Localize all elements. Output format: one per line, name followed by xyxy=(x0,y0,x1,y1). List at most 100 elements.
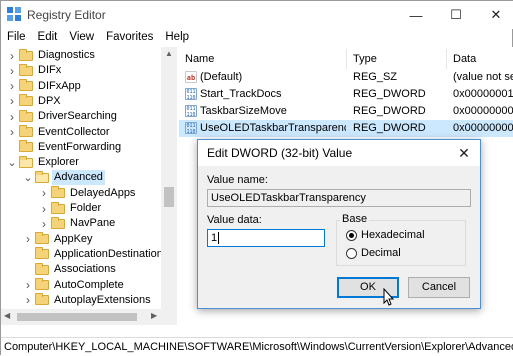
tree-item-label: Folder xyxy=(70,202,102,214)
column-header-name[interactable]: Name xyxy=(179,49,347,69)
minimize-icon: — xyxy=(409,7,423,23)
tree-item-advanced[interactable]: ⌄ Advanced xyxy=(23,170,105,186)
value-row[interactable]: ab(Default) REG_SZ (value not set) xyxy=(179,69,513,86)
tree-item-navpane[interactable]: › NavPane xyxy=(39,216,117,231)
radio-hexadecimal-label: Hexadecimal xyxy=(361,229,425,241)
menu-help[interactable]: Help xyxy=(159,29,195,47)
tree-horizontal-scroll-thumb[interactable] xyxy=(17,313,137,321)
radio-decimal-label: Decimal xyxy=(361,247,401,259)
chevron-right-icon[interactable]: › xyxy=(7,63,17,78)
tree-item-diagnostics[interactable]: › Diagnostics xyxy=(7,48,97,63)
status-bar-path: Computer\HKEY_LOCAL_MACHINE\SOFTWARE\Mic… xyxy=(1,337,513,356)
scroll-up-arrow-icon[interactable]: ▲ xyxy=(165,49,173,58)
maximize-button[interactable]: ☐ xyxy=(436,1,476,29)
value-data-cell: 0x00000000 (0) xyxy=(453,105,513,117)
tree-item-eventforwarding[interactable]: EventForwarding xyxy=(7,140,123,155)
folder-icon xyxy=(51,201,65,214)
radio-hexadecimal[interactable]: Hexadecimal xyxy=(346,229,425,241)
title-bar[interactable]: Registry Editor — ☐ ✕ xyxy=(1,1,513,29)
chevron-right-icon[interactable]: › xyxy=(39,186,49,201)
radio-decimal[interactable]: Decimal xyxy=(346,247,401,259)
tree-item-label: DelayedApps xyxy=(70,186,136,199)
value-name-label: Value name: xyxy=(207,174,268,186)
chevron-down-icon[interactable]: ⌄ xyxy=(7,155,17,170)
value-type-cell: REG_SZ xyxy=(353,71,398,83)
folder-icon xyxy=(19,125,33,137)
tree-item-label: Associations xyxy=(54,263,116,276)
radio-checked-icon[interactable] xyxy=(346,229,357,241)
chevron-right-icon[interactable]: › xyxy=(23,278,33,293)
chevron-right-icon[interactable]: › xyxy=(7,79,17,94)
value-data-cell: 0x00000001 (1) xyxy=(453,88,513,100)
chevron-right-icon[interactable]: › xyxy=(7,94,17,109)
chevron-right-icon[interactable]: › xyxy=(7,125,17,140)
dialog-title-bar[interactable]: Edit DWORD (32-bit) Value ✕ xyxy=(198,140,480,166)
folder-icon xyxy=(19,79,33,92)
tree-item-difxapp[interactable]: › DIFxApp xyxy=(7,79,83,94)
registry-key-tree[interactable]: › Diagnostics › DIFx › DIFxApp › DPX › DriverSear… xyxy=(1,47,177,325)
folder-icon xyxy=(35,232,49,245)
tree-item-delayedapps[interactable]: › DelayedApps xyxy=(39,186,137,201)
base-groupbox xyxy=(336,220,466,266)
radio-unchecked-icon[interactable] xyxy=(346,247,357,259)
maximize-icon: ☐ xyxy=(450,7,462,22)
value-row[interactable]: 011 110 TaskbarSizeMove REG_DWORD 0x00000000… xyxy=(179,103,513,120)
tree-item-explorer[interactable]: ⌄ Explorer xyxy=(7,155,81,170)
folder-icon xyxy=(19,109,33,122)
tree-vertical-scroll-thumb[interactable] xyxy=(164,187,174,207)
folder-icon xyxy=(19,63,33,76)
text-caret xyxy=(218,232,223,244)
chevron-right-icon[interactable]: › xyxy=(7,48,17,63)
base-groupbox-title: Base xyxy=(340,213,370,225)
tree-item-label: DIFxApp xyxy=(38,79,81,92)
chevron-down-icon[interactable]: ⌄ xyxy=(23,170,33,185)
value-row[interactable]: 011 110 UseOLEDTaskbarTransparency REG_DWOR… xyxy=(179,120,513,137)
chevron-right-icon[interactable]: › xyxy=(7,109,17,124)
tree-item-autocomplete[interactable]: › AutoComplete xyxy=(23,278,126,293)
tree-item-associations[interactable]: Associations xyxy=(23,262,118,277)
value-name-cell: Start_TrackDocs xyxy=(200,88,282,100)
tree-item-folder[interactable]: › Folder xyxy=(39,201,103,216)
value-row[interactable]: 011 110 Start_TrackDocs REG_DWORD 0x00000001… xyxy=(179,86,513,103)
scroll-right-arrow-icon[interactable]: ▶ xyxy=(151,311,157,320)
close-window-button[interactable]: ✕ xyxy=(476,1,513,29)
chevron-right-icon[interactable]: › xyxy=(23,232,33,247)
values-horizontal-scroll-area xyxy=(1,325,513,337)
column-header-data[interactable]: Data xyxy=(447,49,513,69)
tree-vertical-scrollbar[interactable]: ▲ ▼ xyxy=(161,47,177,325)
dword-value-icon: 011 110 xyxy=(185,105,197,118)
tree-item-appkey[interactable]: › AppKey xyxy=(23,232,95,247)
tree-item-autoplayextensions[interactable]: › AutoplayExtensions xyxy=(23,293,153,308)
menu-file[interactable]: File xyxy=(1,29,32,47)
chevron-right-icon[interactable]: › xyxy=(39,216,49,231)
tree-horizontal-scrollbar[interactable]: ◀ ▶ xyxy=(1,309,177,325)
dialog-close-icon[interactable]: ✕ xyxy=(454,143,474,163)
tree-item-eventcollector[interactable]: › EventCollector xyxy=(7,125,112,140)
value-data-cell: (value not set) xyxy=(453,71,513,83)
value-data-input[interactable]: 1 xyxy=(207,229,325,247)
tree-item-difx[interactable]: › DIFx xyxy=(7,63,63,78)
tree-item-applicationdestinations[interactable]: ApplicationDestinations xyxy=(23,247,170,262)
value-type-cell: REG_DWORD xyxy=(353,88,426,100)
folder-icon xyxy=(35,278,49,290)
menu-favorites[interactable]: Favorites xyxy=(100,29,159,47)
column-header-type[interactable]: Type xyxy=(347,49,447,69)
scroll-left-arrow-icon[interactable]: ◀ xyxy=(4,311,10,320)
tree-item-driversearching[interactable]: › DriverSearching xyxy=(7,109,119,124)
chevron-right-icon[interactable]: › xyxy=(23,293,33,308)
cancel-button[interactable]: Cancel xyxy=(408,277,470,298)
value-name-field[interactable]: UseOLEDTaskbarTransparency xyxy=(207,189,471,207)
chevron-right-icon[interactable]: › xyxy=(39,201,49,216)
menu-edit[interactable]: Edit xyxy=(32,29,64,47)
tree-item-dpx[interactable]: › DPX xyxy=(7,94,63,109)
minimize-button[interactable]: — xyxy=(396,1,436,29)
value-data-cell: 0x00000000 (0) xyxy=(453,122,513,134)
menu-view[interactable]: View xyxy=(63,29,100,47)
dword-value-icon: 011 110 xyxy=(185,88,197,101)
folder-icon xyxy=(19,48,33,61)
tree-item-label: Diagnostics xyxy=(38,49,95,61)
dialog-title: Edit DWORD (32-bit) Value xyxy=(207,146,353,160)
tree-item-label: NavPane xyxy=(70,217,116,230)
value-data-text: 1 xyxy=(211,232,218,244)
